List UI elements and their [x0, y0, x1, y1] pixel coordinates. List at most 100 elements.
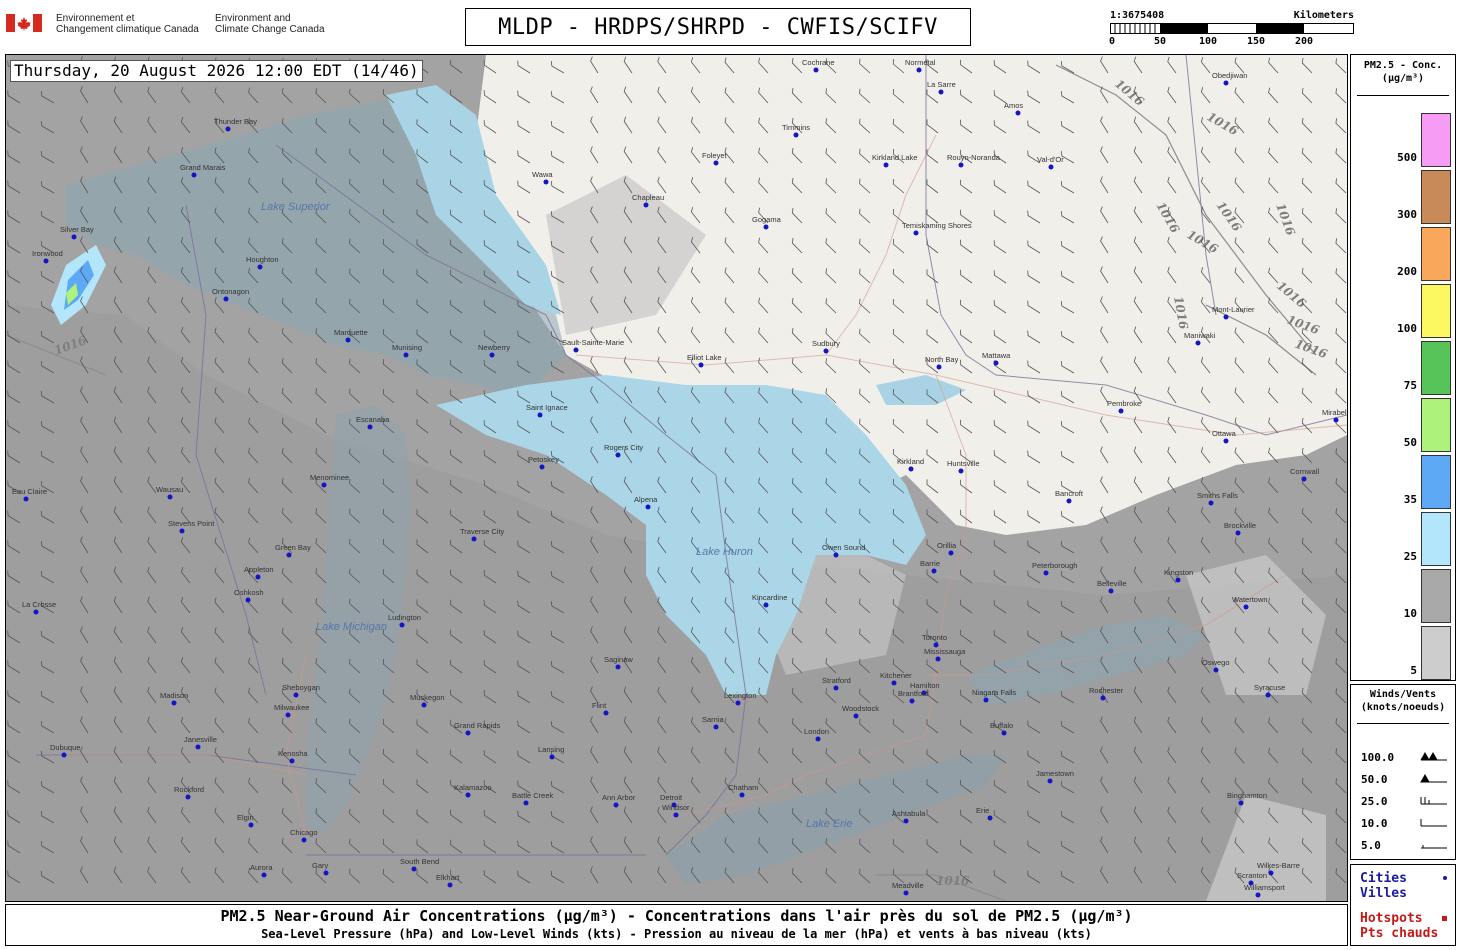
city-dot	[465, 730, 471, 736]
pm25-swatch	[1421, 398, 1451, 452]
city-dot	[936, 364, 942, 370]
pm25-level-label: 10	[1403, 607, 1417, 620]
city-dot	[938, 89, 944, 95]
city-label: South Bend	[400, 857, 439, 866]
city-dot	[987, 815, 993, 821]
city-dot	[916, 67, 922, 73]
city-label: North Bay	[925, 355, 959, 364]
city-label: Brockville	[1224, 521, 1256, 530]
city-label: Mississauga	[924, 647, 966, 656]
city-label: Milwaukee	[274, 703, 309, 712]
city-dot	[815, 736, 821, 742]
pm25-level-label: 100	[1397, 322, 1417, 335]
city-label: Brantford	[898, 689, 929, 698]
city-dot	[948, 550, 954, 556]
scale-tick: 200	[1294, 36, 1314, 47]
pm25-level-label: 500	[1397, 151, 1417, 164]
city-dot	[903, 818, 909, 824]
city-dot	[935, 656, 941, 662]
city-dot	[323, 870, 329, 876]
city-label: Val-d'Or	[1037, 155, 1064, 164]
lake-label-erie: Lake Erie	[806, 818, 852, 830]
scale-tick: 100	[1198, 36, 1218, 47]
city-dot	[225, 126, 231, 132]
city-label: Lexington	[724, 691, 757, 700]
city-label: Erie	[976, 806, 989, 815]
city-label: Chatham	[728, 783, 758, 792]
city-dot	[223, 296, 229, 302]
city-label: Owen Sound	[822, 543, 865, 552]
city-dot	[286, 552, 292, 558]
city-label: Munising	[392, 343, 422, 352]
wind-barb-50-icon	[1420, 773, 1447, 783]
city-label: Aurora	[250, 863, 273, 872]
city-label: Bancroft	[1055, 489, 1084, 498]
city-label: Meadville	[892, 881, 924, 890]
map-canvas[interactable]: 1016 1016 1016 1016 1016 1016 1016 1016 …	[6, 55, 1347, 901]
footer-title: PM2.5 Near-Ground Air Concentrations (µg…	[220, 907, 1133, 925]
city-dot	[1195, 340, 1201, 346]
pm25-swatch	[1421, 227, 1451, 281]
city-dot	[549, 754, 555, 760]
city-label: Gary	[312, 861, 329, 870]
city-label: La Sarre	[927, 80, 956, 89]
wind-row: 25.0	[1361, 795, 1447, 808]
city-dot	[903, 890, 909, 896]
city-dot	[191, 172, 197, 178]
city-label: La Crosse	[22, 600, 56, 609]
city-label: Foleyet	[702, 151, 728, 160]
city-dot	[1208, 500, 1214, 506]
city-dot	[421, 702, 427, 708]
city-dot	[883, 162, 889, 168]
city-dot	[958, 162, 964, 168]
city-dot	[185, 794, 191, 800]
city-label: Wilkes-Barre	[1257, 861, 1300, 870]
city-dot	[1255, 892, 1261, 898]
city-label: Barrie	[920, 559, 940, 568]
city-dot	[603, 710, 609, 716]
city-label: Orillia	[937, 541, 957, 550]
city-dot	[1066, 498, 1072, 504]
city-label: Normétal	[905, 58, 936, 67]
city-label: Sarnia	[702, 715, 725, 724]
divider	[1357, 723, 1449, 724]
city-dot	[167, 494, 173, 500]
city-dot	[615, 452, 621, 458]
city-label: Petoskey	[528, 455, 559, 464]
pm25-level-label: 25	[1403, 550, 1417, 563]
city-label: Houghton	[246, 255, 279, 264]
map-panel[interactable]: 1016 1016 1016 1016 1016 1016 1016 1016 …	[5, 54, 1348, 902]
city-dot	[833, 685, 839, 691]
city-label: Rockford	[174, 785, 204, 794]
city-dot	[931, 568, 937, 574]
city-label: Battle Creek	[512, 791, 554, 800]
city-label: Kincardine	[752, 593, 787, 602]
city-label: Gogama	[752, 215, 782, 224]
city-label: Traverse City	[460, 527, 505, 536]
city-dot	[179, 528, 185, 534]
city-dot	[539, 464, 545, 470]
wind-barb-10-icon	[1420, 819, 1447, 827]
city-dot	[33, 609, 39, 615]
city-dot	[255, 574, 261, 580]
scale-tick: 150	[1246, 36, 1266, 47]
city-label: Kingston	[1164, 568, 1193, 577]
pm25-level-label: 50	[1403, 436, 1417, 449]
city-dot	[853, 713, 859, 719]
lake-label-superior: Lake Superior	[261, 201, 331, 213]
city-label: Stevens Point	[168, 519, 215, 528]
city-dot	[763, 224, 769, 230]
pm25-swatch	[1421, 512, 1451, 566]
pm25-swatch	[1421, 341, 1451, 395]
city-dot	[993, 360, 999, 366]
agency-name-fr: Environnement et Changement climatique Ca…	[56, 13, 199, 35]
city-dot	[891, 680, 897, 686]
city-label: Stratford	[822, 676, 851, 685]
city-dot	[1235, 530, 1241, 536]
city-dot	[543, 179, 549, 185]
lake-label-huron: Lake Huron	[696, 546, 753, 558]
city-label: Appleton	[244, 565, 274, 574]
city-label: Ottawa	[1212, 429, 1237, 438]
city-label: Chapleau	[632, 193, 664, 202]
footer-subtitle: Sea-Level Pressure (hPa) and Low-Level W…	[261, 927, 1092, 941]
